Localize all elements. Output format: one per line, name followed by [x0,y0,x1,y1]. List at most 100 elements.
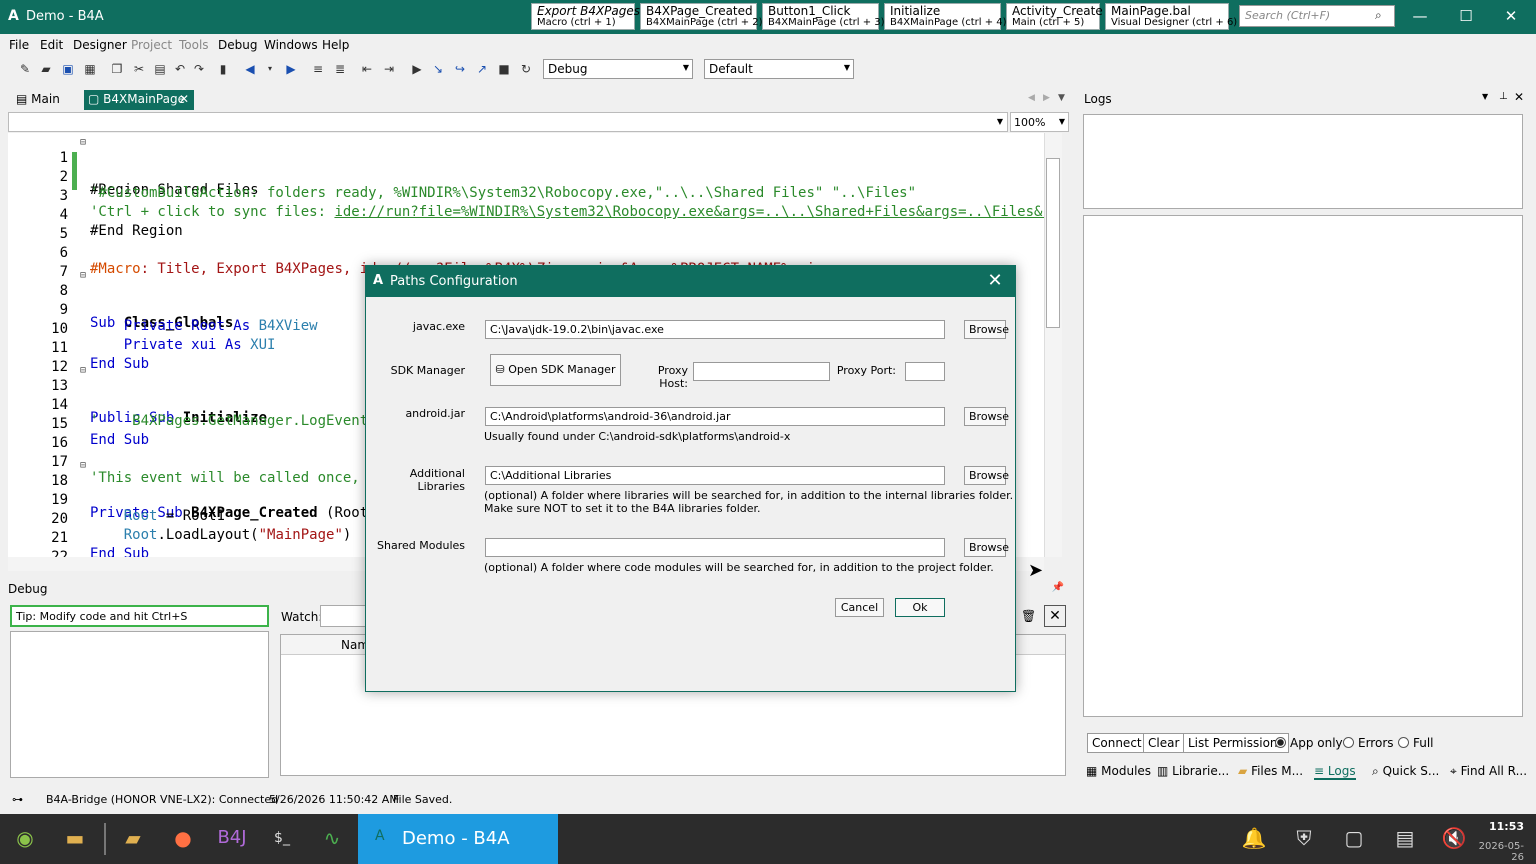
ok-button[interactable]: Ok [895,598,945,617]
quick-button-activity-create[interactable]: Activity_Create Main (ctrl + 5) [1006,3,1103,30]
javac-browse-button[interactable]: Browse [964,320,1009,339]
pin-icon[interactable]: ⊥ [1499,91,1508,102]
quick-button-initialize[interactable]: Initialize B4XMainPage (ctrl + 4) [884,3,1007,30]
android-jar-input[interactable]: C:\Android\platforms\android-36\android.… [485,407,945,426]
save-all-icon[interactable]: ▦ [83,62,97,76]
folder-icon[interactable]: ▰ [117,822,149,854]
notifications-icon[interactable]: 🔔 [1238,822,1270,854]
menu-tools[interactable]: Tools [179,38,209,52]
build-variant-select[interactable]: Default ▼ [704,59,854,79]
shared-modules-input[interactable] [485,538,945,557]
copy-icon[interactable]: ❐ [110,62,124,76]
tab-libraries[interactable]: ▥ Librarie... [1157,764,1229,778]
files-icon[interactable]: ▬ [59,822,91,854]
clipboard-icon[interactable]: ▤ [1389,822,1421,854]
clear-logs-button[interactable]: Clear [1143,733,1185,753]
maximize-button[interactable]: ☐ [1451,6,1481,28]
tab-logs[interactable]: ≡ Logs [1314,764,1356,780]
outdent-icon[interactable]: ⇤ [360,62,374,76]
debug-variables-list[interactable] [10,631,269,778]
logs-output[interactable] [1083,215,1523,717]
pin-icon[interactable]: 📌 [1052,582,1064,593]
quick-button-export-b4xpages[interactable]: Export B4XPages Macro (ctrl + 1) [531,3,640,30]
radio-errors[interactable]: Errors [1343,736,1394,750]
cut-icon[interactable]: ✂ [132,62,146,76]
comment-icon[interactable]: ≡ [311,62,325,76]
javac-path-input[interactable]: C:\Java\jdk-19.0.2\bin\javac.exe [485,320,945,339]
quick-button-mainpage-bal[interactable]: MainPage.bal Visual Designer (ctrl + 6) [1105,3,1237,30]
logs-filter-area[interactable] [1083,114,1523,209]
tab-files-manager[interactable]: ▰ Files M... [1238,764,1303,778]
firefox-icon[interactable]: ● [167,822,199,854]
cancel-button[interactable]: Cancel [835,598,884,617]
fold-toggle-icon[interactable]: ⊟ [80,137,86,148]
tab-quick-search[interactable]: ⌕ Quick S... [1372,764,1439,779]
chevron-down-icon[interactable]: ▼ [1482,92,1488,101]
open-sdk-manager-button[interactable]: ⛁ Open SDK Manager [490,354,621,386]
editor-scroll-thumb[interactable] [1046,158,1060,328]
fold-toggle-icon[interactable]: ⊟ [80,460,86,471]
save-icon[interactable]: ▣ [61,62,75,76]
taskbar-demo-b4a[interactable]: A Demo - B4A [358,814,558,864]
additional-libraries-browse-button[interactable]: Browse [964,466,1009,485]
minimize-button[interactable]: — [1405,6,1435,28]
step-in-icon[interactable]: ↘ [431,62,445,76]
debug-tip-field[interactable]: Tip: Modify code and hit Ctrl+S [10,605,269,627]
zoom-select[interactable]: 100% ▼ [1010,112,1069,132]
proxy-host-input[interactable] [693,362,830,381]
navigate-forward-icon[interactable]: ▶ [284,62,298,76]
fold-toggle-icon[interactable]: ⊟ [80,365,86,376]
code-link[interactable]: ide://run?file=%WINDIR%\System32\Robocop… [334,204,1044,220]
redo-icon[interactable]: ↷ [192,62,206,76]
menu-edit[interactable]: Edit [40,38,63,52]
list-permissions-button[interactable]: List Permissions [1183,733,1289,753]
stop-icon[interactable]: ■ [497,62,511,76]
b4j-icon[interactable]: B4J [216,822,248,854]
dialog-close-button[interactable]: ✕ [985,270,1005,291]
build-config-select[interactable]: Debug ▼ [543,59,693,79]
tab-list-icon[interactable]: ▼ [1058,93,1065,103]
additional-libraries-input[interactable]: C:\Additional Libraries [485,466,945,485]
shield-icon[interactable]: ⛨ [1288,822,1320,854]
open-folder-icon[interactable]: ▰ [39,62,53,76]
indent-icon[interactable]: ⇥ [382,62,396,76]
uncomment-icon[interactable]: ≣ [333,62,347,76]
menu-project[interactable]: Project [131,38,172,52]
search-input[interactable]: Search (Ctrl+F) [1239,5,1395,27]
shared-modules-browse-button[interactable]: Browse [964,538,1009,557]
search-icon[interactable]: ⌕ [1375,8,1382,23]
tab-scroll-right-icon[interactable]: ▶ [1043,93,1050,103]
menu-help[interactable]: Help [322,38,349,52]
bookmark-icon[interactable]: ▮ [216,62,230,76]
window-switcher-icon[interactable]: ▢ [1338,822,1370,854]
menu-designer[interactable]: Designer [73,38,127,52]
quick-button-button1-click[interactable]: Button1_Click B4XMainPage (ctrl + 3) [762,3,885,30]
tab-main[interactable]: ▤ Main [12,90,64,110]
menu-windows[interactable]: Windows [264,38,318,52]
proxy-port-input[interactable] [905,362,945,381]
run-icon[interactable]: ▶ [410,62,424,76]
tab-modules[interactable]: ▦ Modules [1086,764,1151,778]
undo-icon[interactable]: ↶ [173,62,187,76]
clear-watch-button[interactable]: ✕ [1044,605,1066,627]
tab-find-all-references[interactable]: ⌖ Find All R... [1450,764,1527,779]
radio-full[interactable]: Full [1398,736,1434,750]
menu-debug[interactable]: Debug [218,38,257,52]
back-dropdown-icon[interactable]: ▾ [263,62,277,76]
navigate-back-icon[interactable]: ◀ [243,62,257,76]
new-file-icon[interactable]: ✎ [18,62,32,76]
close-pane-icon[interactable]: ✕ [1514,90,1524,104]
step-out-icon[interactable]: ↗ [475,62,489,76]
connect-button[interactable]: Connect [1087,733,1147,753]
sub-navigator-select[interactable]: ▼ [8,112,1008,132]
mint-menu-icon[interactable]: ◉ [9,822,41,854]
tab-b4xmainpage[interactable]: ▢ B4XMainPage ✕ [84,90,194,110]
clock[interactable]: 11:53 2026-05-26 [1466,820,1524,863]
fold-toggle-icon[interactable]: ⊟ [80,270,86,281]
android-jar-browse-button[interactable]: Browse [964,407,1009,426]
system-monitor-icon[interactable]: ∿ [316,822,348,854]
quick-button-b4xpage-created[interactable]: B4XPage_Created B4XMainPage (ctrl + 2) [640,3,763,30]
close-window-button[interactable]: ✕ [1496,6,1526,28]
close-tab-icon[interactable]: ✕ [179,92,189,106]
tab-scroll-left-icon[interactable]: ◀ [1028,93,1035,103]
